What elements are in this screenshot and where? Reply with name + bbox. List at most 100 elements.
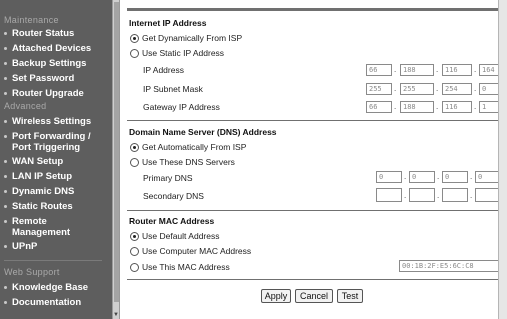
sidebar-item-label: Attached Devices xyxy=(12,43,92,54)
radio-mac-default[interactable]: Use Default Address xyxy=(130,231,219,241)
bullet-icon xyxy=(4,135,7,138)
sidebar-item-set-password[interactable]: Set Password xyxy=(0,73,74,84)
primary-dns-octet-1[interactable]: 0 xyxy=(376,171,402,183)
sidebar-item-label: Port Forwarding / xyxy=(12,131,91,142)
sidebar-scroll-thumb[interactable] xyxy=(114,2,119,302)
bullet-icon xyxy=(4,62,7,65)
radio-selected-icon[interactable] xyxy=(130,142,139,152)
bullet-icon xyxy=(4,220,7,223)
sidebar-item-knowledge-base[interactable]: Knowledge Base xyxy=(0,282,88,293)
sidebar-item-backup-settings[interactable]: Backup Settings xyxy=(0,58,86,69)
radio-dns-manual[interactable]: Use These DNS Servers xyxy=(130,157,235,167)
radio-use-static-ip[interactable]: Use Static IP Address xyxy=(130,48,224,58)
sidebar-item-upnp[interactable]: UPnP xyxy=(0,241,37,252)
sidebar-item-label: Backup Settings xyxy=(12,58,87,69)
radio-label: Use This MAC Address xyxy=(142,262,230,272)
ip-address-octet-1[interactable]: 66 xyxy=(366,64,392,76)
bullet-icon xyxy=(4,120,7,123)
sidebar-divider xyxy=(4,260,102,261)
apply-button[interactable]: Apply xyxy=(261,289,291,303)
dot-separator: . xyxy=(436,65,439,74)
primary-dns-octet-3[interactable]: 0 xyxy=(442,171,468,183)
dot-separator: . xyxy=(474,84,477,93)
radio-mac-this[interactable]: Use This MAC Address xyxy=(130,262,230,272)
sidebar-item-port-forwarding[interactable]: Port Forwarding / Port Triggering xyxy=(0,131,91,153)
sidebar-section-maintenance: Maintenance xyxy=(4,15,59,25)
section-divider xyxy=(127,120,498,121)
sidebar-item-label: WAN Setup xyxy=(12,156,64,167)
sidebar-item-label: Management xyxy=(12,227,71,238)
scroll-down-arrow-icon[interactable]: ▼ xyxy=(113,311,119,319)
secondary-dns-octet-3[interactable] xyxy=(442,188,468,202)
radio-unselected-icon[interactable] xyxy=(130,157,139,167)
secondary-dns-octet-1[interactable] xyxy=(376,188,402,202)
ip-address-octet-3[interactable]: 116 xyxy=(442,64,472,76)
test-button[interactable]: Test xyxy=(337,289,363,303)
sidebar-item-label: Set Password xyxy=(12,73,75,84)
dot-separator: . xyxy=(436,84,439,93)
bullet-icon xyxy=(4,47,7,50)
radio-label: Get Automatically From ISP xyxy=(142,142,247,152)
sidebar-item-documentation[interactable]: Documentation xyxy=(0,297,81,308)
radio-label: Use Default Address xyxy=(142,231,220,241)
radio-label: Use Computer MAC Address xyxy=(142,246,252,256)
radio-mac-computer[interactable]: Use Computer MAC Address xyxy=(130,246,251,256)
sidebar-section-advanced: Advanced xyxy=(4,101,47,111)
radio-unselected-icon[interactable] xyxy=(130,246,139,256)
subnet-mask-octet-3[interactable]: 254 xyxy=(442,83,472,95)
dot-separator: . xyxy=(394,84,397,93)
radio-dns-auto[interactable]: Get Automatically From ISP xyxy=(130,142,246,152)
radio-selected-icon[interactable] xyxy=(130,33,139,43)
gateway-octet-1[interactable]: 66 xyxy=(366,101,392,113)
dot-separator: . xyxy=(470,172,473,181)
dot-separator: . xyxy=(394,65,397,74)
sidebar-item-router-status[interactable]: Router Status xyxy=(0,28,74,39)
radio-selected-icon[interactable] xyxy=(130,231,139,241)
sidebar-nav: Maintenance Router Status Attached Devic… xyxy=(0,0,112,319)
dot-separator: . xyxy=(470,191,473,200)
main-scrollbar[interactable] xyxy=(498,0,507,319)
primary-dns-octet-2[interactable]: 0 xyxy=(409,171,435,183)
subnet-mask-octet-1[interactable]: 255 xyxy=(366,83,392,95)
bullet-icon xyxy=(4,160,7,163)
sidebar-item-label: UPnP xyxy=(12,241,38,252)
secondary-dns-octet-2[interactable] xyxy=(409,188,435,202)
sidebar-item-remote-management[interactable]: Remote Management xyxy=(0,216,70,238)
radio-unselected-icon[interactable] xyxy=(130,48,139,58)
sidebar-item-label: Router Upgrade xyxy=(12,88,84,99)
subnet-mask-octet-2[interactable]: 255 xyxy=(400,83,434,95)
sidebar-item-label: Remote xyxy=(12,216,47,227)
sidebar-item-lan-ip-setup[interactable]: LAN IP Setup xyxy=(0,171,72,182)
bullet-icon xyxy=(4,245,7,248)
radio-unselected-icon[interactable] xyxy=(130,262,139,272)
section-divider xyxy=(127,279,498,280)
sidebar-item-router-upgrade[interactable]: Router Upgrade xyxy=(0,88,84,99)
ip-address-label: IP Address xyxy=(143,65,184,75)
ip-address-octet-2[interactable]: 188 xyxy=(400,64,434,76)
sidebar-item-label: Wireless Settings xyxy=(12,116,92,127)
top-divider xyxy=(127,8,498,11)
primary-dns-label: Primary DNS xyxy=(143,173,193,183)
sidebar-item-label: Knowledge Base xyxy=(12,282,89,293)
sidebar-scrollbar[interactable]: ▼ xyxy=(112,0,120,319)
cancel-button[interactable]: Cancel xyxy=(295,289,333,303)
gateway-octet-3[interactable]: 116 xyxy=(442,101,472,113)
sidebar-item-label: Dynamic DNS xyxy=(12,186,75,197)
main-content: Internet IP Address Get Dynamically From… xyxy=(121,0,507,319)
radio-get-dynamically[interactable]: Get Dynamically From ISP xyxy=(130,33,242,43)
sidebar-item-wan-setup[interactable]: WAN Setup xyxy=(0,156,63,167)
sidebar-item-static-routes[interactable]: Static Routes xyxy=(0,201,73,212)
bullet-icon xyxy=(4,301,7,304)
sidebar-item-attached-devices[interactable]: Attached Devices xyxy=(0,43,91,54)
subnet-mask-label: IP Subnet Mask xyxy=(143,84,203,94)
mac-address-input[interactable]: 00:1B:2F:E5:6C:C8 xyxy=(399,260,503,272)
bullet-icon xyxy=(4,92,7,95)
sidebar-section-web-support: Web Support xyxy=(4,267,60,277)
bullet-icon xyxy=(4,286,7,289)
gateway-label: Gateway IP Address xyxy=(143,102,220,112)
dot-separator: . xyxy=(404,172,407,181)
sidebar-item-dynamic-dns[interactable]: Dynamic DNS xyxy=(0,186,74,197)
bullet-icon xyxy=(4,190,7,193)
gateway-octet-2[interactable]: 188 xyxy=(400,101,434,113)
sidebar-item-wireless-settings[interactable]: Wireless Settings xyxy=(0,116,91,127)
